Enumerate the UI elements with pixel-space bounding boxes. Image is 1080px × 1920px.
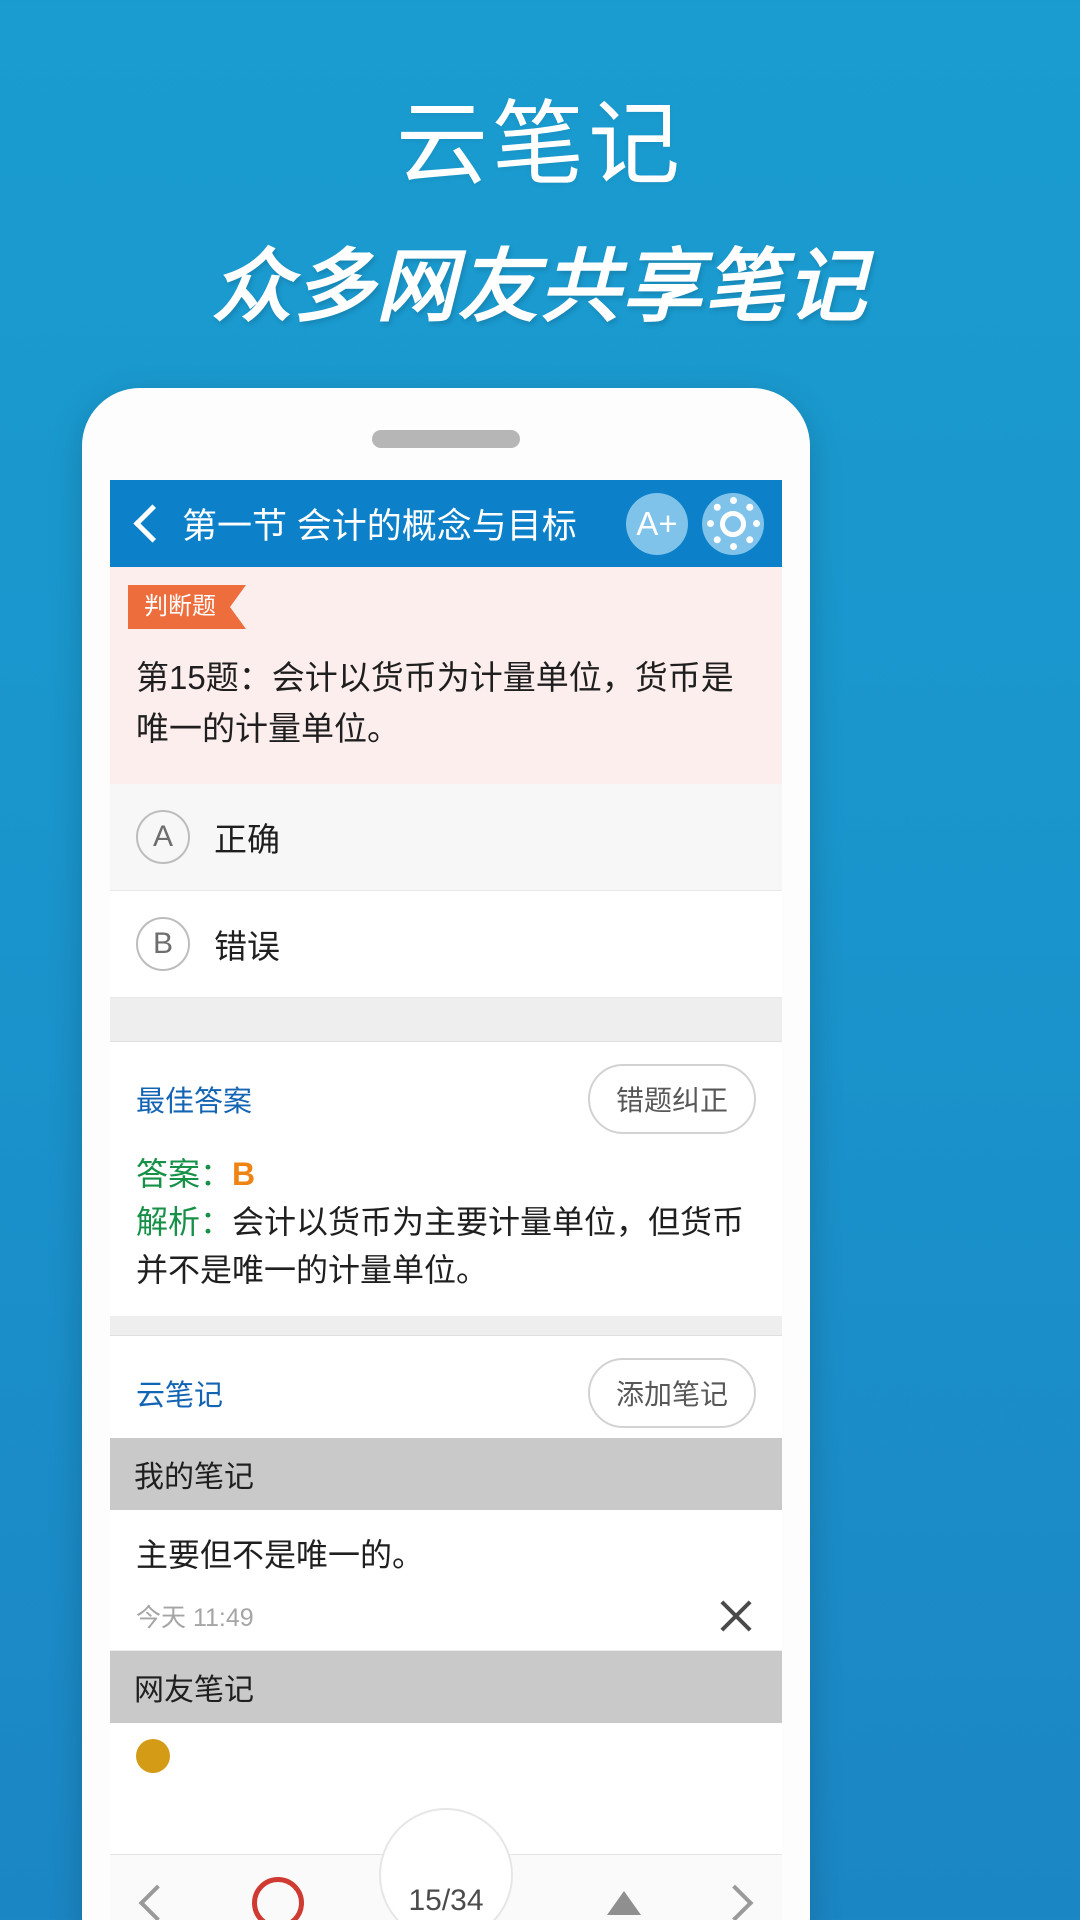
- page-indicator[interactable]: 15/34: [379, 1808, 513, 1920]
- avatar: [136, 1739, 170, 1774]
- friend-note-item[interactable]: [110, 1723, 782, 1789]
- caret-up-icon[interactable]: [606, 1890, 641, 1915]
- my-note-text: 主要但不是唯一的。: [136, 1536, 425, 1573]
- my-notes-header: 我的笔记: [110, 1437, 782, 1510]
- explanation-label: 解析：: [136, 1203, 233, 1240]
- explanation-line: 解析：会计以货币为主要计量单位，但货币并不是唯一的计量单位。: [136, 1198, 756, 1294]
- question-text: 第15题：会计以货币为计量单位，货币是唯一的计量单位。: [136, 659, 734, 747]
- sun-icon[interactable]: [702, 492, 764, 555]
- question-block: 判断题 第15题：会计以货币为计量单位，货币是唯一的计量单位。: [110, 567, 782, 784]
- close-icon[interactable]: [716, 1596, 756, 1636]
- correction-button[interactable]: 错题纠正: [587, 1063, 756, 1134]
- back-chevron-icon[interactable]: [132, 502, 162, 546]
- option-label: 正确: [214, 820, 280, 858]
- answer-body: 答案：B 解析：会计以货币为主要计量单位，但货币并不是唯一的计量单位。: [110, 1144, 782, 1316]
- answer-value: B: [232, 1155, 256, 1192]
- section-divider-thin: [110, 1315, 782, 1336]
- option-b[interactable]: B 错误: [110, 891, 782, 998]
- chevron-left-icon[interactable]: [138, 1884, 176, 1920]
- page-title: 第一节 会计的概念与目标: [182, 507, 577, 546]
- phone-mockup: 第一节 会计的概念与目标 A+ 判断题 第15题：会计以货币为计量单位，货币是唯…: [82, 388, 810, 1920]
- circle-mark-icon[interactable]: [251, 1876, 304, 1920]
- question-badge-wrap: 判断题: [110, 567, 782, 630]
- phone-screen: 第一节 会计的概念与目标 A+ 判断题 第15题：会计以货币为计量单位，货币是唯…: [110, 480, 782, 1920]
- answer-line: 答案：B: [136, 1150, 756, 1198]
- promo-subtitle: 众多网友共享笔记: [212, 242, 868, 331]
- option-marker: B: [136, 916, 190, 971]
- section-divider: [110, 997, 782, 1042]
- sun-core: [720, 510, 746, 537]
- my-note-body: 主要但不是唯一的。: [110, 1510, 782, 1586]
- add-note-button[interactable]: 添加笔记: [587, 1357, 756, 1428]
- font-size-button[interactable]: A+: [626, 492, 688, 555]
- promo-title: 云笔记: [395, 94, 684, 196]
- notes-section-header: 云笔记 添加笔记: [110, 1336, 782, 1438]
- option-a[interactable]: A 正确: [110, 783, 782, 891]
- phone-speaker-grille: [372, 430, 520, 448]
- navbar-actions: A+: [626, 492, 764, 555]
- my-note-meta: 今天 11:49: [110, 1586, 782, 1652]
- app-navbar: 第一节 会计的概念与目标 A+: [110, 480, 782, 567]
- bottom-toolbar: 15/34: [110, 1808, 782, 1920]
- option-marker: A: [136, 809, 190, 864]
- friend-notes-header: 网友笔记: [110, 1651, 782, 1724]
- cloud-notes-title: 云笔记: [136, 1379, 224, 1412]
- chevron-right-icon[interactable]: [716, 1884, 754, 1920]
- option-label: 错误: [214, 927, 280, 965]
- answer-label: 答案：: [136, 1155, 233, 1192]
- answer-section-header: 最佳答案 错题纠正: [110, 1042, 782, 1144]
- my-note-time: 今天 11:49: [136, 1604, 254, 1633]
- best-answer-title: 最佳答案: [136, 1085, 253, 1118]
- question-type-badge: 判断题: [128, 585, 246, 630]
